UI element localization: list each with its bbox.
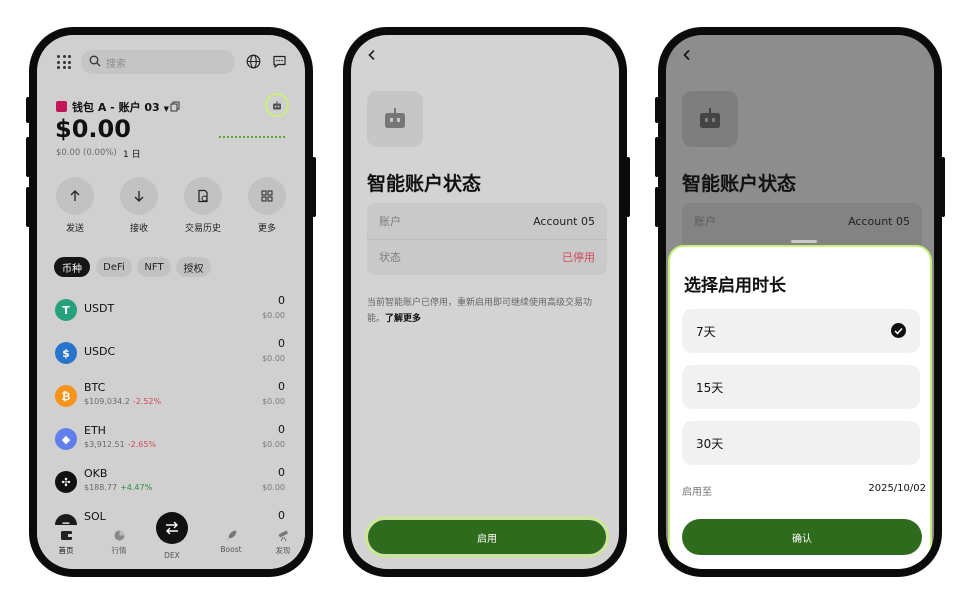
- nav-boost[interactable]: Boost: [211, 525, 251, 554]
- account-key: 账户: [379, 215, 401, 228]
- tab-approvals[interactable]: 授权: [176, 257, 211, 277]
- apps-grid-icon[interactable]: [57, 55, 71, 69]
- period-selector[interactable]: 1 日: [123, 147, 141, 160]
- action-history[interactable]: 交易历史: [173, 177, 233, 234]
- asset-symbol: BTC: [84, 381, 106, 394]
- enable-button[interactable]: 启用: [368, 520, 606, 554]
- chart-pie-icon: [114, 530, 124, 541]
- asset-usd-value: $0.00: [262, 354, 285, 363]
- rocket-icon: [226, 530, 236, 541]
- account-selector[interactable]: 钱包 A - 账户 03 ▼: [72, 99, 169, 115]
- asset-usd-value: $0.00: [262, 483, 285, 492]
- dex-swap-button[interactable]: [156, 512, 188, 544]
- action-receive[interactable]: 接收: [109, 177, 169, 234]
- asset-symbol: USDC: [84, 345, 116, 358]
- asset-symbol: OKB: [84, 467, 108, 480]
- back-arrow-icon[interactable]: [682, 49, 692, 61]
- duration-bottom-sheet: 选择启用时长 7天 15天 30天 启用至 2025/10/02 确认: [668, 245, 932, 569]
- phone-duration-sheet: 智能账户状态 账户 Account 05 选择启用时长 7天 15天 30天 启用…: [655, 27, 945, 577]
- smart-account-robot-button[interactable]: [265, 93, 289, 117]
- account-value: Account 05: [533, 214, 595, 228]
- status-note: 当前智能账户已停用，重新启用即可继续使用高级交易功能。了解更多: [367, 298, 593, 324]
- search-icon: [89, 55, 101, 67]
- wallet-icon: [60, 531, 72, 540]
- total-balance: $0.00: [55, 115, 131, 143]
- nav-discover[interactable]: 发现: [263, 525, 303, 556]
- history-icon: [198, 189, 208, 203]
- telescope-icon: [278, 530, 288, 542]
- robot-avatar: [367, 91, 423, 147]
- until-date: 2025/10/02: [868, 483, 926, 494]
- robot-icon: [385, 108, 405, 128]
- balance-change: $0.00 (0.00%): [56, 148, 117, 158]
- check-icon: [891, 323, 906, 338]
- nav-market[interactable]: 行情: [99, 525, 139, 556]
- asset-amount: 0: [278, 509, 285, 522]
- tab-tokens[interactable]: 币种: [54, 257, 90, 277]
- asset-usd-value: $0.00: [262, 397, 285, 406]
- asset-price: $3,912.51 -2.65%: [84, 440, 157, 449]
- account-info-card: 账户 Account 05 状态 已停用: [367, 203, 607, 275]
- tab-nft[interactable]: NFT: [137, 257, 171, 277]
- search-placeholder: 搜索: [106, 59, 126, 70]
- asset-amount: 0: [278, 423, 285, 436]
- until-label: 启用至: [682, 487, 712, 498]
- robot-icon: [273, 100, 281, 109]
- tab-defi[interactable]: DeFi: [96, 257, 132, 277]
- action-send[interactable]: 发送: [45, 177, 105, 234]
- usdt-icon: T: [55, 299, 77, 321]
- asset-usd-value: $0.00: [262, 440, 285, 449]
- asset-amount: 0: [278, 466, 285, 479]
- asset-amount: 0: [278, 337, 285, 350]
- status-key: 状态: [379, 251, 401, 264]
- grid-icon: [261, 190, 273, 202]
- nav-dex[interactable]: DEX: [152, 545, 192, 560]
- page-title: 智能账户状态: [682, 173, 797, 195]
- message-icon[interactable]: [272, 54, 287, 69]
- back-arrow-icon[interactable]: [367, 49, 377, 61]
- okb-icon: ✣: [55, 471, 77, 493]
- phone-account-status: 智能账户状态 账户 Account 05 状态 已停用 当前智能账户已停用，重新启用…: [343, 27, 630, 577]
- asset-amount: 0: [278, 380, 285, 393]
- asset-symbol: USDT: [84, 302, 115, 315]
- option-15-days[interactable]: 15天: [682, 365, 920, 409]
- usdc-icon: $: [55, 342, 77, 364]
- copy-icon[interactable]: [170, 101, 180, 112]
- search-input[interactable]: 搜索: [81, 50, 235, 74]
- asset-usd-value: $0.00: [262, 311, 285, 320]
- eth-icon: ◆: [55, 428, 77, 450]
- page-title: 智能账户状态: [367, 173, 482, 195]
- wallet-color-badge: [56, 101, 67, 112]
- robot-avatar: [682, 91, 738, 147]
- btc-icon: ₿: [55, 385, 77, 407]
- chevron-down-icon: ▼: [163, 105, 169, 113]
- confirm-button[interactable]: 确认: [682, 519, 922, 555]
- option-7-days[interactable]: 7天: [682, 309, 920, 353]
- sheet-title: 选择启用时长: [684, 276, 786, 296]
- option-30-days[interactable]: 30天: [682, 421, 920, 465]
- learn-more-link[interactable]: 了解更多: [385, 314, 421, 324]
- account-value: Account 05: [848, 214, 910, 228]
- arrow-down-icon: [134, 191, 144, 202]
- swap-icon: [166, 521, 178, 535]
- enable-button-frame: 启用: [365, 517, 609, 557]
- globe-icon[interactable]: [246, 54, 261, 69]
- phone-wallet-home: 搜索 钱包 A - 账户 03 ▼ $0.00 $0.00 (0.00%) 1 …: [26, 27, 316, 577]
- nav-home[interactable]: 首页: [46, 525, 86, 556]
- asset-price: $188.77 +4.47%: [84, 483, 153, 492]
- asset-symbol: SOL: [84, 510, 106, 523]
- asset-amount: 0: [278, 294, 285, 307]
- account-key: 账户: [694, 215, 716, 228]
- arrow-up-icon: [70, 190, 80, 201]
- asset-price: $109,034.2 -2.52%: [84, 397, 162, 406]
- asset-symbol: ETH: [84, 424, 106, 437]
- robot-icon: [700, 108, 720, 128]
- status-badge: 已停用: [562, 251, 595, 264]
- balance-sparkline: [219, 136, 285, 138]
- action-more[interactable]: 更多: [237, 177, 297, 234]
- sheet-handle[interactable]: [791, 240, 817, 243]
